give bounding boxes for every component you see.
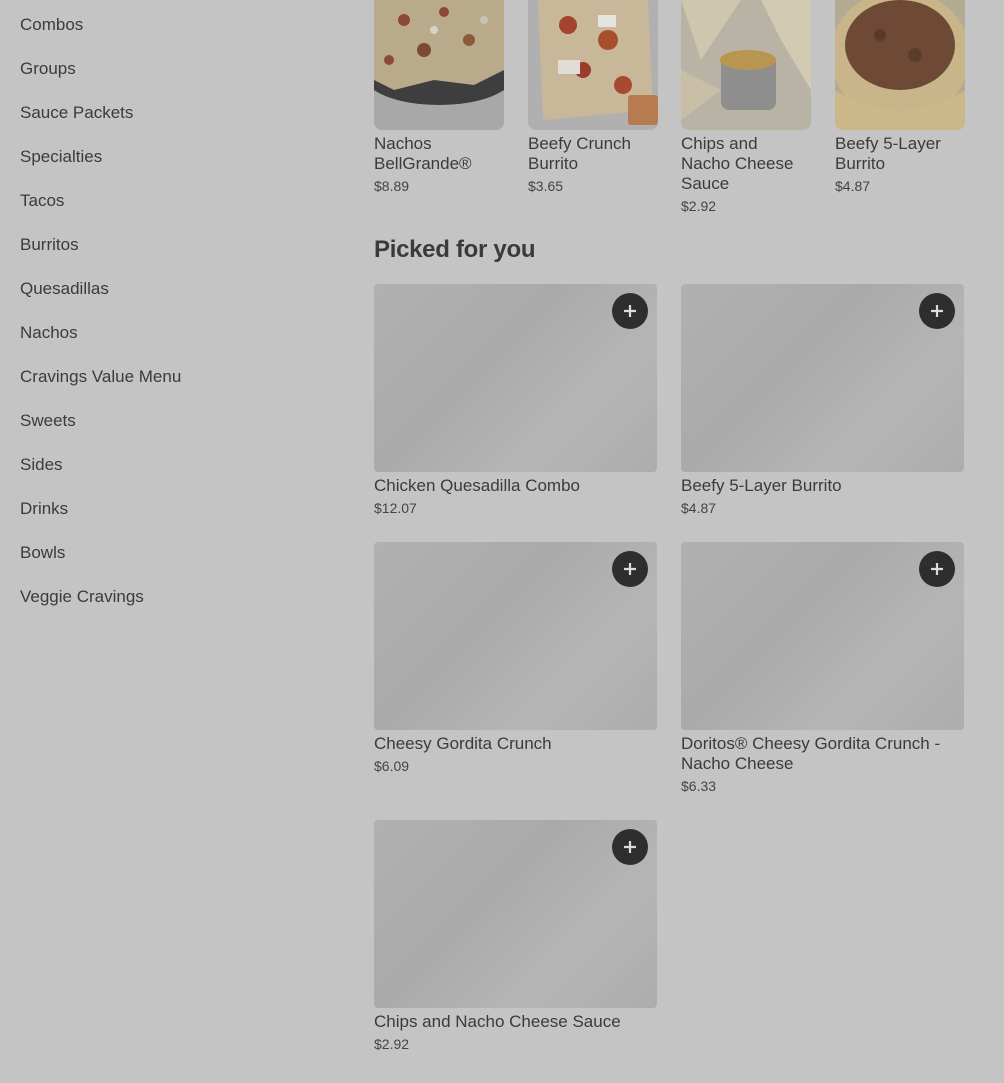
product-price: $8.89 — [374, 178, 410, 194]
featured-card[interactable]: Nachos BellGrande® $8.89 — [374, 0, 504, 194]
add-to-cart-button[interactable] — [612, 293, 648, 329]
product-price: $4.87 — [835, 178, 871, 194]
picked-card[interactable]: Chicken Quesadilla Combo $12.07 — [374, 284, 657, 516]
picked-card[interactable]: Doritos® Cheesy Gordita Crunch - Nacho C… — [681, 542, 964, 794]
product-image-nachos — [374, 0, 504, 130]
category-sweets[interactable]: Sweets — [20, 396, 320, 440]
featured-strip: Nachos BellGrande® $8.89 Beefy Crunch Bu… — [374, 0, 974, 214]
featured-card[interactable]: Chips and Nacho Cheese Sauce $2.92 — [681, 0, 811, 214]
product-price: $2.92 — [374, 1036, 410, 1052]
product-name: Chips and Nacho Cheese Sauce — [374, 1012, 621, 1031]
product-name: Doritos® Cheesy Gordita Crunch - Nacho C… — [681, 734, 941, 773]
category-specialties[interactable]: Specialties — [20, 132, 320, 176]
category-nachos[interactable]: Nachos — [20, 308, 320, 352]
add-to-cart-button[interactable] — [612, 829, 648, 865]
picked-card[interactable]: Beefy 5-Layer Burrito $4.87 — [681, 284, 964, 516]
category-sides[interactable]: Sides — [20, 440, 320, 484]
category-sauce-packets[interactable]: Sauce Packets — [20, 88, 320, 132]
category-tacos[interactable]: Tacos — [20, 176, 320, 220]
category-bowls[interactable]: Bowls — [20, 528, 320, 572]
featured-card[interactable]: Beefy 5-Layer Burrito $4.87 — [835, 0, 965, 194]
add-to-cart-button[interactable] — [919, 551, 955, 587]
featured-card[interactable]: Beefy Crunch Burrito $3.65 — [528, 0, 658, 194]
product-image-placeholder — [374, 284, 657, 472]
plus-icon — [931, 563, 943, 575]
category-quesadillas[interactable]: Quesadillas — [20, 264, 320, 308]
product-name: Cheesy Gordita Crunch — [374, 734, 552, 753]
product-image-placeholder — [374, 820, 657, 1008]
section-title-picked-for-you: Picked for you — [374, 236, 536, 263]
product-price: $3.65 — [528, 178, 564, 194]
category-burritos[interactable]: Burritos — [20, 220, 320, 264]
product-name: Beefy 5-Layer Burrito — [681, 476, 842, 495]
picked-card[interactable]: Cheesy Gordita Crunch $6.09 — [374, 542, 657, 774]
product-name: Chicken Quesadilla Combo — [374, 476, 580, 495]
product-price: $2.92 — [681, 198, 717, 214]
product-image-beefy-crunch-burrito — [528, 0, 658, 130]
product-image-placeholder — [374, 542, 657, 730]
add-to-cart-button[interactable] — [612, 551, 648, 587]
product-name: Beefy 5-Layer Burrito — [835, 134, 941, 173]
add-to-cart-button[interactable] — [919, 293, 955, 329]
plus-icon — [624, 841, 636, 853]
product-name: Beefy Crunch Burrito — [528, 134, 631, 173]
category-veggie-cravings[interactable]: Veggie Cravings — [20, 572, 320, 616]
product-image-beefy-5-layer-burrito — [835, 0, 965, 130]
product-name: Nachos BellGrande® — [374, 134, 472, 173]
product-image-placeholder — [681, 284, 964, 472]
category-sidebar: Combos Groups Sauce Packets Specialties … — [20, 0, 320, 616]
category-cravings-value-menu[interactable]: Cravings Value Menu — [20, 352, 320, 396]
product-price: $6.33 — [681, 778, 717, 794]
product-image-chips-and-cheese — [681, 0, 811, 130]
product-price: $6.09 — [374, 758, 410, 774]
product-image-placeholder — [681, 542, 964, 730]
category-combos[interactable]: Combos — [20, 0, 320, 44]
category-drinks[interactable]: Drinks — [20, 484, 320, 528]
picked-card[interactable]: Chips and Nacho Cheese Sauce $2.92 — [374, 820, 657, 1052]
plus-icon — [931, 305, 943, 317]
plus-icon — [624, 563, 636, 575]
plus-icon — [624, 305, 636, 317]
product-price: $4.87 — [681, 500, 717, 516]
category-groups[interactable]: Groups — [20, 44, 320, 88]
product-price: $12.07 — [374, 500, 417, 516]
product-name: Chips and Nacho Cheese Sauce — [681, 134, 794, 193]
